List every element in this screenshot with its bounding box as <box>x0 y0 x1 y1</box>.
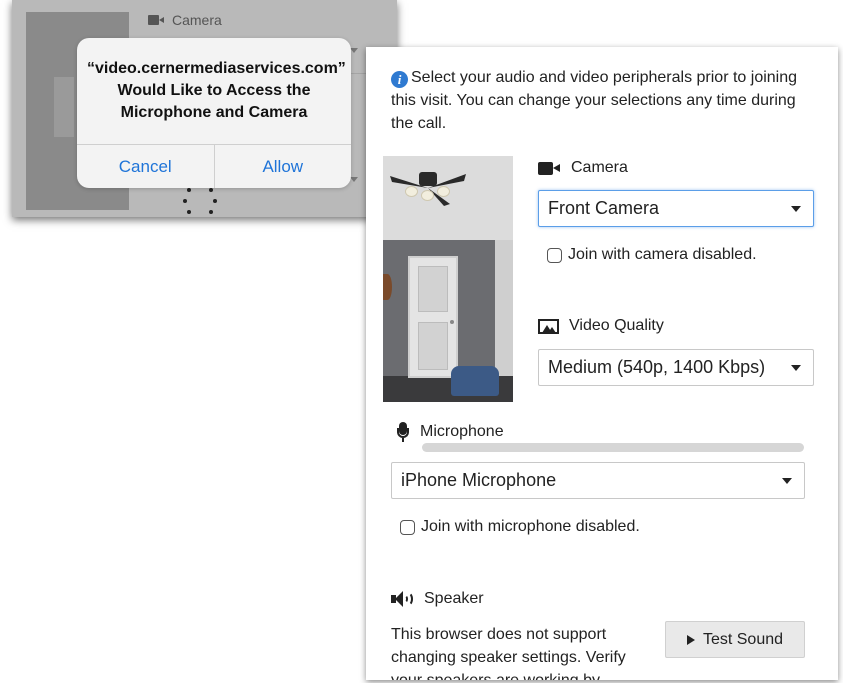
camera-preview <box>383 156 513 402</box>
speaker-icon <box>391 591 414 607</box>
speaker-label: Speaker <box>391 590 484 608</box>
chevron-down-icon <box>791 365 801 371</box>
image-icon <box>538 318 559 334</box>
permission-alert-title: “video.cernermediaservices.com” Would Li… <box>87 60 346 121</box>
speaker-support-note: This browser does not support changing s… <box>391 626 626 680</box>
video-camera-icon <box>148 15 164 25</box>
microphone-level-meter <box>422 443 804 452</box>
video-quality-select[interactable]: Medium (540p, 1400 Kbps) <box>538 349 814 386</box>
info-icon: i <box>391 71 408 88</box>
microphone-disabled-checkbox[interactable] <box>400 519 415 535</box>
microphone-icon <box>396 422 410 442</box>
video-camera-icon <box>538 161 561 175</box>
video-quality-label: Video Quality <box>538 317 664 335</box>
camera-disabled-checkbox[interactable] <box>547 247 562 263</box>
play-icon <box>686 634 695 645</box>
allow-button[interactable]: Allow <box>215 145 352 188</box>
chevron-down-icon <box>782 478 792 484</box>
loading-spinner-icon <box>182 183 218 217</box>
microphone-disabled-option[interactable]: Join with microphone disabled. <box>400 518 640 536</box>
permission-alert-dialog: “video.cernermediaservices.com” Would Li… <box>77 38 351 188</box>
permission-alert-buttons: Cancel Allow <box>77 144 351 188</box>
chevron-down-icon <box>350 48 358 53</box>
camera-label: Camera <box>538 159 628 177</box>
chevron-down-icon <box>791 206 801 212</box>
background-camera-label: Camera <box>148 12 222 28</box>
camera-disabled-option[interactable]: Join with camera disabled. <box>547 246 757 264</box>
background-screenshot: Camera d. “video.cernermediaservices.com… <box>12 0 397 217</box>
chevron-down-icon <box>350 177 358 182</box>
camera-select[interactable]: Front Camera <box>538 190 814 227</box>
intro-text: i Select your audio and video peripherals… <box>391 69 798 132</box>
cancel-button[interactable]: Cancel <box>77 145 215 188</box>
microphone-label: Microphone <box>396 422 504 442</box>
peripheral-settings-panel: i Select your audio and video peripherals… <box>366 47 838 680</box>
test-sound-button[interactable]: Test Sound <box>665 621 805 658</box>
microphone-select[interactable]: iPhone Microphone <box>391 462 805 499</box>
